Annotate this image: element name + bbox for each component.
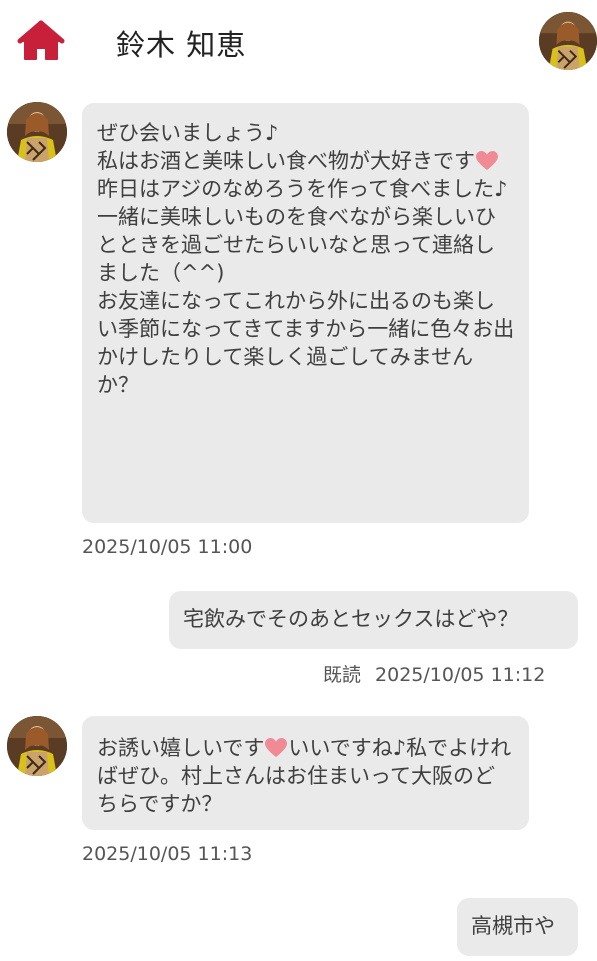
- heart-icon: [265, 738, 288, 757]
- sent-message: 高槻市や: [457, 898, 578, 956]
- contact-avatar[interactable]: [539, 12, 597, 70]
- message-meta: 既読 2025/10/05 11:12: [323, 660, 545, 687]
- sender-avatar[interactable]: [7, 716, 67, 776]
- chat-header: 鈴木 知恵: [0, 0, 597, 84]
- message-text: 宅飲みでそのあとセックスはどや？: [183, 607, 519, 631]
- contact-name: 鈴木 知恵: [116, 28, 247, 62]
- message-text: ぜひ会いましょう♪ 私はお酒と美味しい食べ物が大好きです: [97, 121, 475, 173]
- read-receipt: 既読: [323, 664, 362, 686]
- sender-avatar[interactable]: [7, 102, 67, 162]
- message-text: 昨日はアジのなめろうを作って食べました♪ 一緒に美味しいものを食べながら楽しいひ…: [97, 177, 515, 397]
- received-message: ぜひ会いましょう♪ 私はお酒と美味しい食べ物が大好きです 昨日はアジのなめろうを…: [82, 103, 529, 523]
- message-text: お誘い嬉しいです: [97, 736, 265, 760]
- message-timestamp: 2025/10/05 11:00: [82, 536, 253, 558]
- sent-message: 宅飲みでそのあとセックスはどや？: [169, 591, 578, 649]
- message-text: 高槻市や: [471, 914, 555, 938]
- message-timestamp: 2025/10/05 11:12: [375, 664, 546, 686]
- message-timestamp: 2025/10/05 11:13: [82, 843, 253, 865]
- heart-icon: [476, 151, 498, 170]
- home-icon[interactable]: [17, 20, 65, 62]
- received-message: お誘い嬉しいです いいですね♪私でよければぜひ。村上さんはお住まいって大阪のどちら…: [82, 716, 529, 830]
